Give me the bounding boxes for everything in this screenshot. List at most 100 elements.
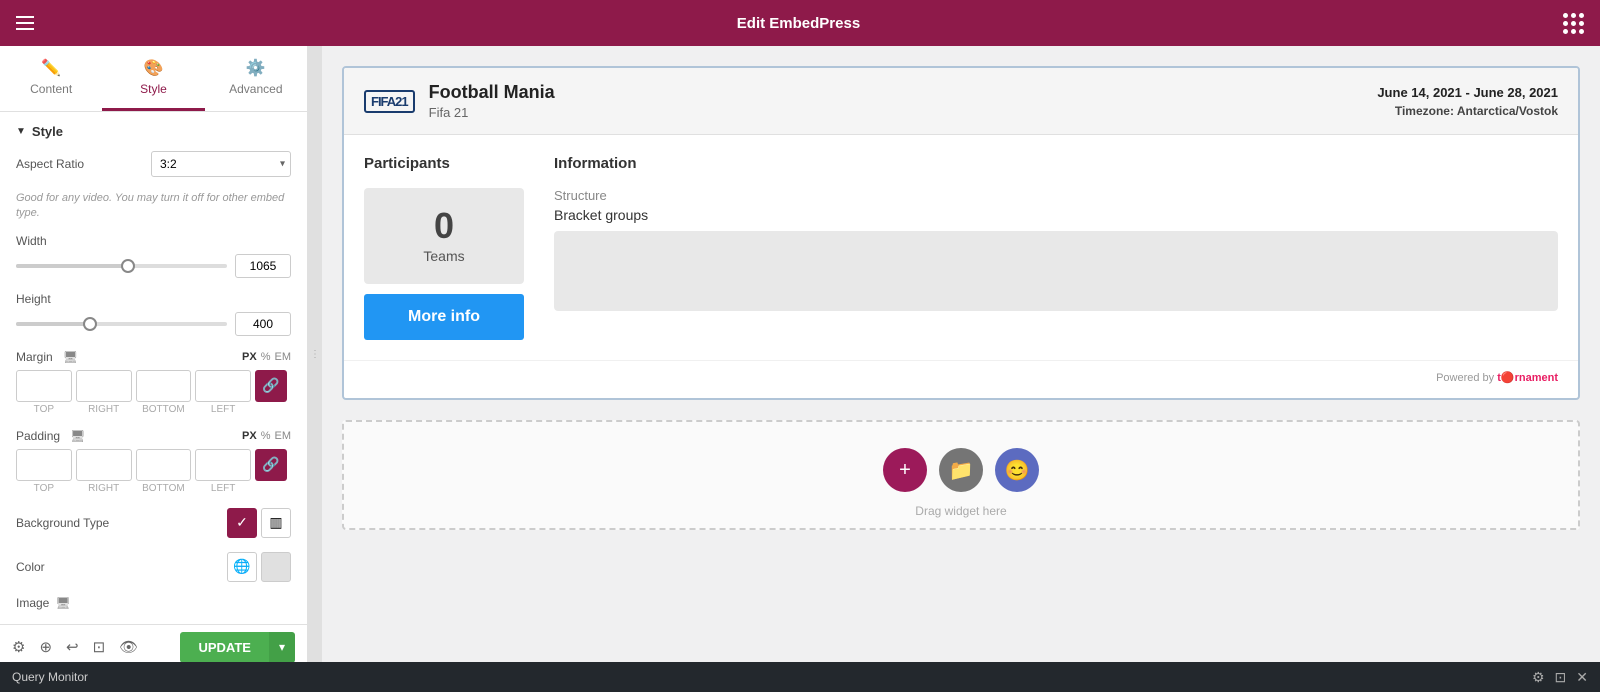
update-arrow-button[interactable]: ▾: [269, 632, 295, 662]
tornament-brand: t🔴rnament: [1497, 372, 1558, 384]
padding-left-label: LEFT: [195, 483, 251, 494]
layers-icon[interactable]: ⊕: [39, 638, 52, 656]
margin-section: Margin 🖥 PX % EM 🔗: [16, 350, 291, 415]
margin-left-input[interactable]: [195, 370, 251, 402]
main-layout: ✏️ Content 🎨 Style ⚙️ Advanced ▼ Style A…: [0, 46, 1600, 662]
padding-top-input[interactable]: [16, 449, 72, 481]
advanced-icon: ⚙️: [246, 58, 266, 78]
margin-right-label: RIGHT: [76, 404, 132, 415]
aspect-ratio-row: Aspect Ratio 3:2 16:9 4:3 1:1 ▾: [16, 151, 291, 177]
width-input[interactable]: [235, 254, 291, 278]
tab-style[interactable]: 🎨 Style: [102, 46, 204, 111]
padding-link-button[interactable]: 🔗: [255, 449, 287, 481]
qm-close-icon[interactable]: ✕: [1576, 669, 1588, 686]
collapse-arrow: ▼: [16, 126, 26, 137]
height-slider-track[interactable]: [16, 322, 227, 326]
right-content: FIFA21 Football Mania Fifa 21 June 14, 2…: [322, 46, 1600, 662]
padding-unit-px[interactable]: PX: [242, 430, 257, 442]
width-slider-track[interactable]: [16, 264, 227, 268]
update-button[interactable]: UPDATE: [180, 632, 268, 662]
info-box: [554, 231, 1558, 311]
drop-buttons: + 📁 😊: [883, 448, 1039, 492]
embed-title-text: Football Mania: [429, 82, 555, 103]
participants-box: 0 Teams: [364, 188, 524, 284]
height-label: Height: [16, 292, 51, 306]
padding-right-label: RIGHT: [76, 483, 132, 494]
padding-label: Padding: [16, 429, 60, 443]
color-row: Color 🌐: [16, 552, 291, 582]
aspect-ratio-hint: Good for any video. You may turn it off …: [16, 191, 291, 222]
aspect-ratio-label: Aspect Ratio: [16, 157, 84, 171]
bg-gradient-btn[interactable]: ▥: [261, 508, 291, 538]
grid-icon[interactable]: [1563, 13, 1584, 34]
bottom-bar: ⚙ ⊕ ↩ ⊡ 👁 UPDATE ▾: [0, 624, 307, 662]
bg-classic-btn[interactable]: ✓: [227, 508, 257, 538]
eye-icon[interactable]: 👁: [119, 638, 138, 656]
tab-content-label: Content: [30, 82, 72, 96]
padding-bottom-input[interactable]: [136, 449, 192, 481]
padding-right-input[interactable]: [76, 449, 132, 481]
qm-settings-icon[interactable]: ⚙: [1532, 669, 1545, 686]
image-device-icon: 🖥: [55, 596, 70, 610]
color-label: Color: [16, 560, 45, 574]
history-icon[interactable]: ↩: [66, 638, 79, 656]
qm-icons: ⚙ ⊡ ✕: [1532, 669, 1588, 686]
color-controls: 🌐: [227, 552, 291, 582]
aspect-ratio-select[interactable]: 3:2 16:9 4:3 1:1: [151, 151, 291, 177]
qm-copy-icon[interactable]: ⊡: [1555, 669, 1567, 686]
margin-bottom-label: BOTTOM: [136, 404, 192, 415]
height-label-block: Height: [16, 292, 291, 306]
style-icon: 🎨: [144, 58, 164, 78]
participants-count: 0: [380, 208, 508, 244]
padding-unit-em[interactable]: EM: [275, 430, 292, 442]
tab-content[interactable]: ✏️ Content: [0, 46, 102, 111]
height-slider-row: [16, 312, 291, 336]
responsive-icon[interactable]: ⊡: [93, 638, 106, 656]
powered-by: Powered by t🔴rnament: [344, 360, 1578, 398]
settings-icon[interactable]: ⚙: [12, 638, 25, 656]
top-bar: Edit EmbedPress: [0, 0, 1600, 46]
embed-date-range: June 14, 2021 - June 28, 2021: [1377, 85, 1558, 100]
margin-inputs-grid: 🔗: [16, 370, 291, 402]
aspect-ratio-select-wrapper: 3:2 16:9 4:3 1:1 ▾: [151, 151, 291, 177]
padding-section: Padding 🖥 PX % EM 🔗: [16, 429, 291, 494]
more-info-button[interactable]: More info: [364, 294, 524, 340]
margin-unit-em[interactable]: EM: [275, 351, 292, 363]
background-type-buttons: ✓ ▥: [227, 508, 291, 538]
folder-button[interactable]: 📁: [939, 448, 983, 492]
embed-subtitle: Fifa 21: [429, 105, 555, 120]
structure-value: Bracket groups: [554, 207, 1558, 223]
margin-right-input[interactable]: [76, 370, 132, 402]
add-widget-button[interactable]: +: [883, 448, 927, 492]
margin-top-input[interactable]: [16, 370, 72, 402]
padding-top-label: TOP: [16, 483, 72, 494]
content-icon: ✏️: [41, 58, 61, 78]
padding-bottom-label: BOTTOM: [136, 483, 192, 494]
margin-link-button[interactable]: 🔗: [255, 370, 287, 402]
query-monitor-label[interactable]: Query Monitor: [12, 670, 88, 684]
margin-left-label: LEFT: [195, 404, 251, 415]
embed-button[interactable]: 😊: [995, 448, 1039, 492]
left-panel: ✏️ Content 🎨 Style ⚙️ Advanced ▼ Style A…: [0, 46, 308, 662]
information-column: Information Structure Bracket groups: [554, 155, 1558, 340]
drop-zone: + 📁 😊 Drag widget here: [342, 420, 1580, 530]
color-swatch-btn[interactable]: [261, 552, 291, 582]
margin-top-label: TOP: [16, 404, 72, 415]
padding-unit-percent[interactable]: %: [261, 430, 271, 442]
query-monitor-bar: Query Monitor ⚙ ⊡ ✕: [0, 662, 1600, 692]
margin-unit-px[interactable]: PX: [242, 351, 257, 363]
color-globe-btn[interactable]: 🌐: [227, 552, 257, 582]
structure-label: Structure: [554, 188, 1558, 203]
embed-title-group: FIFA21 Football Mania Fifa 21: [364, 82, 555, 120]
margin-units: PX % EM: [242, 351, 291, 363]
drag-widget-text: Drag widget here: [915, 504, 1006, 518]
style-section-header[interactable]: ▼ Style: [16, 112, 291, 151]
padding-units: PX % EM: [242, 430, 291, 442]
tab-advanced[interactable]: ⚙️ Advanced: [205, 46, 307, 111]
margin-unit-percent[interactable]: %: [261, 351, 271, 363]
menu-icon[interactable]: [16, 16, 34, 30]
resize-handle[interactable]: ⋮: [308, 46, 322, 662]
height-input[interactable]: [235, 312, 291, 336]
padding-left-input[interactable]: [195, 449, 251, 481]
margin-bottom-input[interactable]: [136, 370, 192, 402]
